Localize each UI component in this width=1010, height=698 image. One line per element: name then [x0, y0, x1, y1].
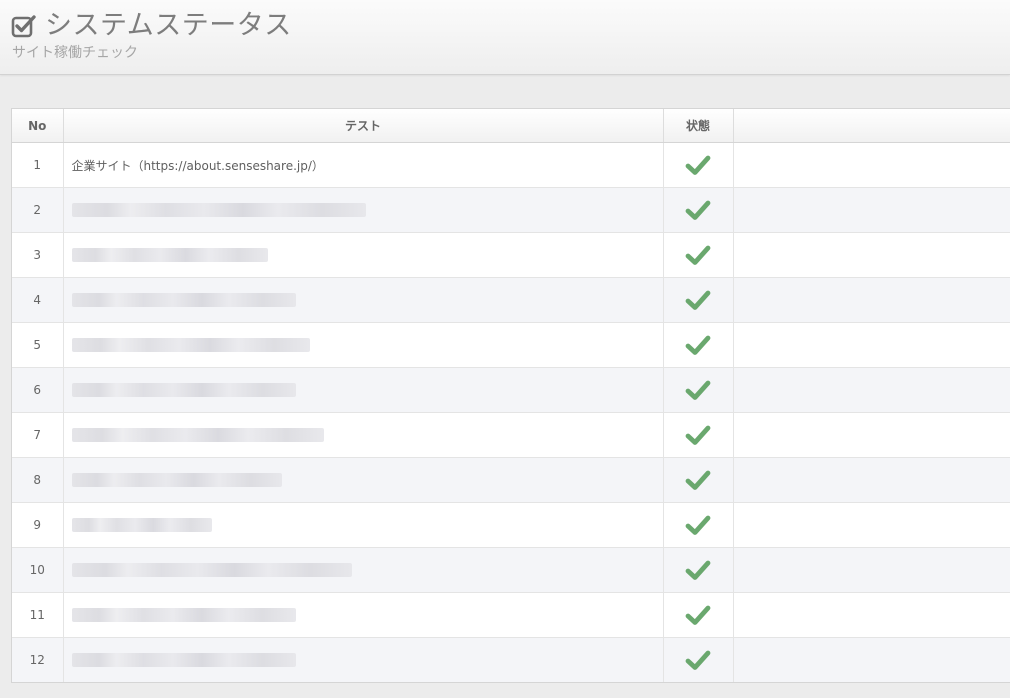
- column-header-extra: [733, 109, 1010, 143]
- redacted-test-name: [71, 518, 212, 533]
- status-cell: [663, 322, 734, 368]
- table-row: 9: [12, 502, 1010, 548]
- table-row: 5: [12, 322, 1010, 368]
- row-number: 8: [12, 457, 64, 503]
- check-icon: [685, 290, 711, 310]
- table-row: 8: [12, 457, 1010, 503]
- page-header: システムステータス サイト稼働チェック: [0, 0, 1010, 75]
- extra-cell: [733, 412, 1010, 458]
- status-cell: [663, 412, 734, 458]
- status-cell: [663, 277, 734, 323]
- check-icon: [685, 380, 711, 400]
- table-row: 10: [12, 547, 1010, 593]
- extra-cell: [733, 142, 1010, 188]
- check-icon: [685, 155, 711, 175]
- status-cell: [663, 592, 734, 638]
- test-cell: [63, 277, 664, 323]
- table-row: 7: [12, 412, 1010, 458]
- table-body: 1 企業サイト（https://about.senseshare.jp/） 2 3 4 5…: [12, 142, 1010, 682]
- column-header-no: No: [12, 109, 64, 143]
- extra-cell: [733, 187, 1010, 233]
- check-icon: [685, 335, 711, 355]
- status-cell: [663, 187, 734, 233]
- redacted-test-name: [71, 338, 310, 353]
- test-cell: [63, 637, 664, 682]
- extra-cell: [733, 502, 1010, 548]
- redacted-test-name: [71, 293, 296, 308]
- row-number: 7: [12, 412, 64, 458]
- check-icon: [685, 605, 711, 625]
- row-number: 11: [12, 592, 64, 638]
- redacted-test-name: [71, 473, 282, 488]
- test-cell: [63, 412, 664, 458]
- row-number: 2: [12, 187, 64, 233]
- row-number: 3: [12, 232, 64, 278]
- extra-cell: [733, 592, 1010, 638]
- redacted-test-name: [71, 248, 268, 263]
- status-table: No テスト 状態 1 企業サイト（https://about.senseshar…: [12, 109, 1010, 682]
- title-row: システムステータス: [11, 10, 292, 42]
- redacted-test-name: [71, 653, 296, 668]
- table-row: 6: [12, 367, 1010, 413]
- status-cell: [663, 547, 734, 593]
- status-cell: [663, 502, 734, 548]
- status-cell: [663, 142, 734, 188]
- page-title: システムステータス: [45, 10, 292, 41]
- table-row: 1 企業サイト（https://about.senseshare.jp/）: [12, 142, 1010, 188]
- status-cell: [663, 232, 734, 278]
- row-number: 4: [12, 277, 64, 323]
- table-row: 12: [12, 637, 1010, 682]
- extra-cell: [733, 547, 1010, 593]
- test-cell: [63, 232, 664, 278]
- extra-cell: [733, 457, 1010, 503]
- row-number: 9: [12, 502, 64, 548]
- test-name[interactable]: 企業サイト（https://about.senseshare.jp/）: [72, 159, 324, 173]
- column-header-status: 状態: [663, 109, 734, 143]
- extra-cell: [733, 322, 1010, 368]
- checkbox-checked-icon: [11, 13, 37, 39]
- check-icon: [685, 425, 711, 445]
- redacted-test-name: [71, 563, 352, 578]
- status-cell: [663, 637, 734, 682]
- table-row: 3: [12, 232, 1010, 278]
- extra-cell: [733, 637, 1010, 682]
- redacted-test-name: [71, 203, 366, 218]
- redacted-test-name: [71, 383, 296, 398]
- table-row: 4: [12, 277, 1010, 323]
- row-number: 12: [12, 637, 64, 682]
- test-cell: [63, 322, 664, 368]
- redacted-test-name: [71, 608, 296, 623]
- row-number: 10: [12, 547, 64, 593]
- extra-cell: [733, 277, 1010, 323]
- redacted-test-name: [71, 428, 324, 443]
- check-icon: [685, 470, 711, 490]
- status-table-container: No テスト 状態 1 企業サイト（https://about.senseshar…: [11, 108, 1010, 683]
- page-subtitle: サイト稼働チェック: [12, 45, 138, 61]
- row-number: 6: [12, 367, 64, 413]
- check-icon: [685, 200, 711, 220]
- check-icon: [685, 515, 711, 535]
- test-cell: [63, 457, 664, 503]
- test-cell: [63, 367, 664, 413]
- table-header-row: No テスト 状態: [12, 109, 1010, 143]
- extra-cell: [733, 232, 1010, 278]
- test-cell: [63, 547, 664, 593]
- table-row: 11: [12, 592, 1010, 638]
- test-cell: 企業サイト（https://about.senseshare.jp/）: [63, 142, 664, 188]
- test-cell: [63, 187, 664, 233]
- check-icon: [685, 650, 711, 670]
- column-header-test: テスト: [63, 109, 664, 143]
- test-cell: [63, 592, 664, 638]
- status-cell: [663, 367, 734, 413]
- check-icon: [685, 560, 711, 580]
- status-cell: [663, 457, 734, 503]
- row-number: 1: [12, 142, 64, 188]
- table-row: 2: [12, 187, 1010, 233]
- row-number: 5: [12, 322, 64, 368]
- extra-cell: [733, 367, 1010, 413]
- test-cell: [63, 502, 664, 548]
- check-icon: [685, 245, 711, 265]
